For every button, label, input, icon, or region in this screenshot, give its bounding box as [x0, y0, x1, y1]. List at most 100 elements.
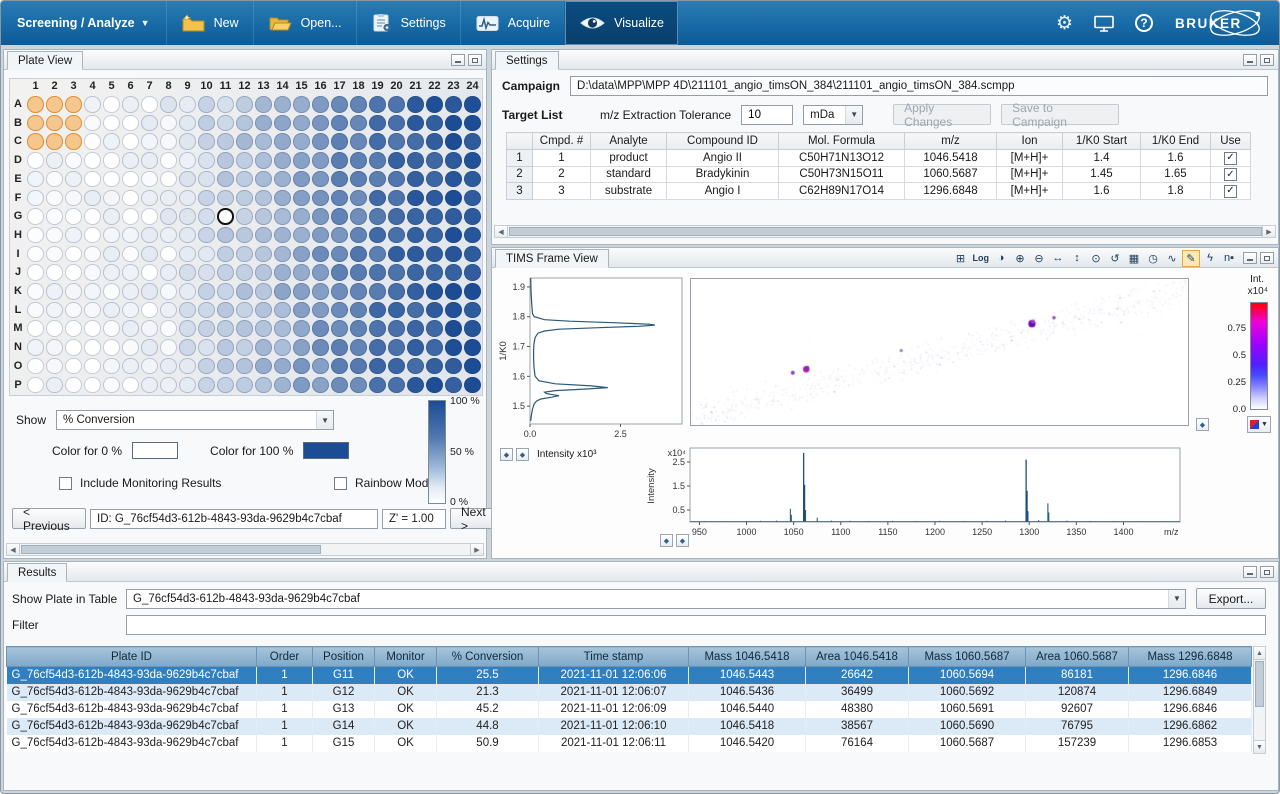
plate-well-F4[interactable]	[84, 190, 101, 207]
plate-well-K19[interactable]	[369, 283, 386, 300]
target-table-row[interactable]: 22standardBradykininC50H73N15O111060.568…	[507, 166, 1251, 183]
plate-well-C16[interactable]	[312, 133, 329, 150]
plate-well-E23[interactable]	[445, 171, 462, 188]
plate-well-O21[interactable]	[407, 358, 424, 375]
scroll-left-icon[interactable]: ◀	[7, 544, 20, 555]
plate-well-M19[interactable]	[369, 320, 386, 337]
scroll-right-icon[interactable]: ▶	[470, 544, 483, 555]
plate-well-G3[interactable]	[65, 208, 82, 225]
plate-well-I12[interactable]	[236, 246, 253, 263]
plate-well-M8[interactable]	[160, 320, 177, 337]
plate-well-B15[interactable]	[293, 115, 310, 132]
plate-well-P11[interactable]	[217, 377, 234, 394]
plate-well-A12[interactable]	[236, 96, 253, 113]
plate-well-C4[interactable]	[84, 133, 101, 150]
plate-well-L23[interactable]	[445, 302, 462, 319]
plate-grid[interactable]: 123456789101112131415161718192021222324A…	[9, 78, 483, 396]
plate-well-H10[interactable]	[198, 227, 215, 244]
plate-well-M24[interactable]	[464, 320, 481, 337]
plate-well-A6[interactable]	[122, 96, 139, 113]
plate-well-H23[interactable]	[445, 227, 462, 244]
plate-well-C2[interactable]	[46, 133, 63, 150]
settings-tab[interactable]: Settings	[495, 51, 559, 70]
log-scale-button[interactable]: Log	[971, 250, 992, 267]
plate-well-B11[interactable]	[217, 115, 234, 132]
minimize-icon[interactable]	[451, 54, 465, 66]
scrollbar-thumb[interactable]	[509, 227, 1262, 236]
plate-well-B8[interactable]	[160, 115, 177, 132]
plate-well-E12[interactable]	[236, 171, 253, 188]
plate-well-C15[interactable]	[293, 133, 310, 150]
plate-well-I15[interactable]	[293, 246, 310, 263]
plate-well-L8[interactable]	[160, 302, 177, 319]
results-header-cell[interactable]: Monitor	[375, 647, 437, 667]
plate-well-M17[interactable]	[331, 320, 348, 337]
plate-well-K1[interactable]	[27, 283, 44, 300]
results-header-cell[interactable]: Plate ID	[7, 647, 257, 667]
plate-well-K3[interactable]	[65, 283, 82, 300]
color-0-swatch[interactable]	[132, 442, 178, 459]
plate-well-P13[interactable]	[255, 377, 272, 394]
plate-well-H22[interactable]	[426, 227, 443, 244]
plate-well-M20[interactable]	[388, 320, 405, 337]
save-to-campaign-button[interactable]: Save to Campaign	[1001, 104, 1119, 125]
settings-button[interactable]: Settings	[356, 1, 460, 45]
plate-well-D2[interactable]	[46, 152, 63, 169]
plate-well-D21[interactable]	[407, 152, 424, 169]
plate-well-F24[interactable]	[464, 190, 481, 207]
layout-grid-icon[interactable]: ⊞	[952, 250, 970, 267]
plate-well-L17[interactable]	[331, 302, 348, 319]
axis-zoom-button[interactable]: ◆	[676, 534, 689, 547]
plate-well-K14[interactable]	[274, 283, 291, 300]
help-icon[interactable]: ?	[1135, 14, 1153, 32]
plate-well-E16[interactable]	[312, 171, 329, 188]
plate-well-J17[interactable]	[331, 264, 348, 281]
plate-well-C11[interactable]	[217, 133, 234, 150]
plate-well-H6[interactable]	[122, 227, 139, 244]
plate-well-I13[interactable]	[255, 246, 272, 263]
zoom-in-icon[interactable]: ⊕	[1011, 250, 1029, 267]
plate-well-B17[interactable]	[331, 115, 348, 132]
plate-well-J14[interactable]	[274, 264, 291, 281]
plate-well-D14[interactable]	[274, 152, 291, 169]
plate-well-I22[interactable]	[426, 246, 443, 263]
plate-well-G14[interactable]	[274, 208, 291, 225]
plate-well-K13[interactable]	[255, 283, 272, 300]
plate-well-J3[interactable]	[65, 264, 82, 281]
plate-well-B19[interactable]	[369, 115, 386, 132]
plate-well-D16[interactable]	[312, 152, 329, 169]
plate-well-F18[interactable]	[350, 190, 367, 207]
plate-well-I23[interactable]	[445, 246, 462, 263]
plate-well-I17[interactable]	[331, 246, 348, 263]
scroll-right-icon[interactable]: ▶	[1262, 226, 1275, 237]
plate-well-K8[interactable]	[160, 283, 177, 300]
target-table-row[interactable]: 11productAngio IIC50H71N13O121046.5418[M…	[507, 150, 1251, 167]
plate-well-B10[interactable]	[198, 115, 215, 132]
plate-well-F16[interactable]	[312, 190, 329, 207]
plate-well-C23[interactable]	[445, 133, 462, 150]
results-header-cell[interactable]: Order	[257, 647, 313, 667]
plate-well-H16[interactable]	[312, 227, 329, 244]
acquire-button[interactable]: Acquire	[460, 1, 564, 45]
selected-well-marker[interactable]	[217, 208, 234, 225]
target-table-row[interactable]: 33substrateAngio IC62H89N17O141296.6848[…	[507, 183, 1251, 200]
results-row[interactable]: G_76cf54d3-612b-4843-93da-9629b4c7cbaf1G…	[7, 684, 1252, 701]
plate-well-N6[interactable]	[122, 339, 139, 356]
plate-well-F3[interactable]	[65, 190, 82, 207]
plate-well-G4[interactable]	[84, 208, 101, 225]
minimize-icon[interactable]	[1243, 566, 1257, 578]
plate-well-O5[interactable]	[103, 358, 120, 375]
results-row[interactable]: G_76cf54d3-612b-4843-93da-9629b4c7cbaf1G…	[7, 735, 1252, 752]
rainbow-mode-checkbox[interactable]	[334, 477, 347, 490]
plate-well-K22[interactable]	[426, 283, 443, 300]
results-row[interactable]: G_76cf54d3-612b-4843-93da-9629b4c7cbaf1G…	[7, 667, 1252, 684]
plate-well-H18[interactable]	[350, 227, 367, 244]
gear-icon[interactable]: ⚙	[1056, 14, 1073, 33]
use-checkbox[interactable]: ✓	[1224, 152, 1237, 165]
plate-well-D3[interactable]	[65, 152, 82, 169]
plate-well-O14[interactable]	[274, 358, 291, 375]
tims-tab[interactable]: TIMS Frame View	[495, 249, 609, 268]
plate-well-H4[interactable]	[84, 227, 101, 244]
plate-well-F15[interactable]	[293, 190, 310, 207]
plate-well-P6[interactable]	[122, 377, 139, 394]
